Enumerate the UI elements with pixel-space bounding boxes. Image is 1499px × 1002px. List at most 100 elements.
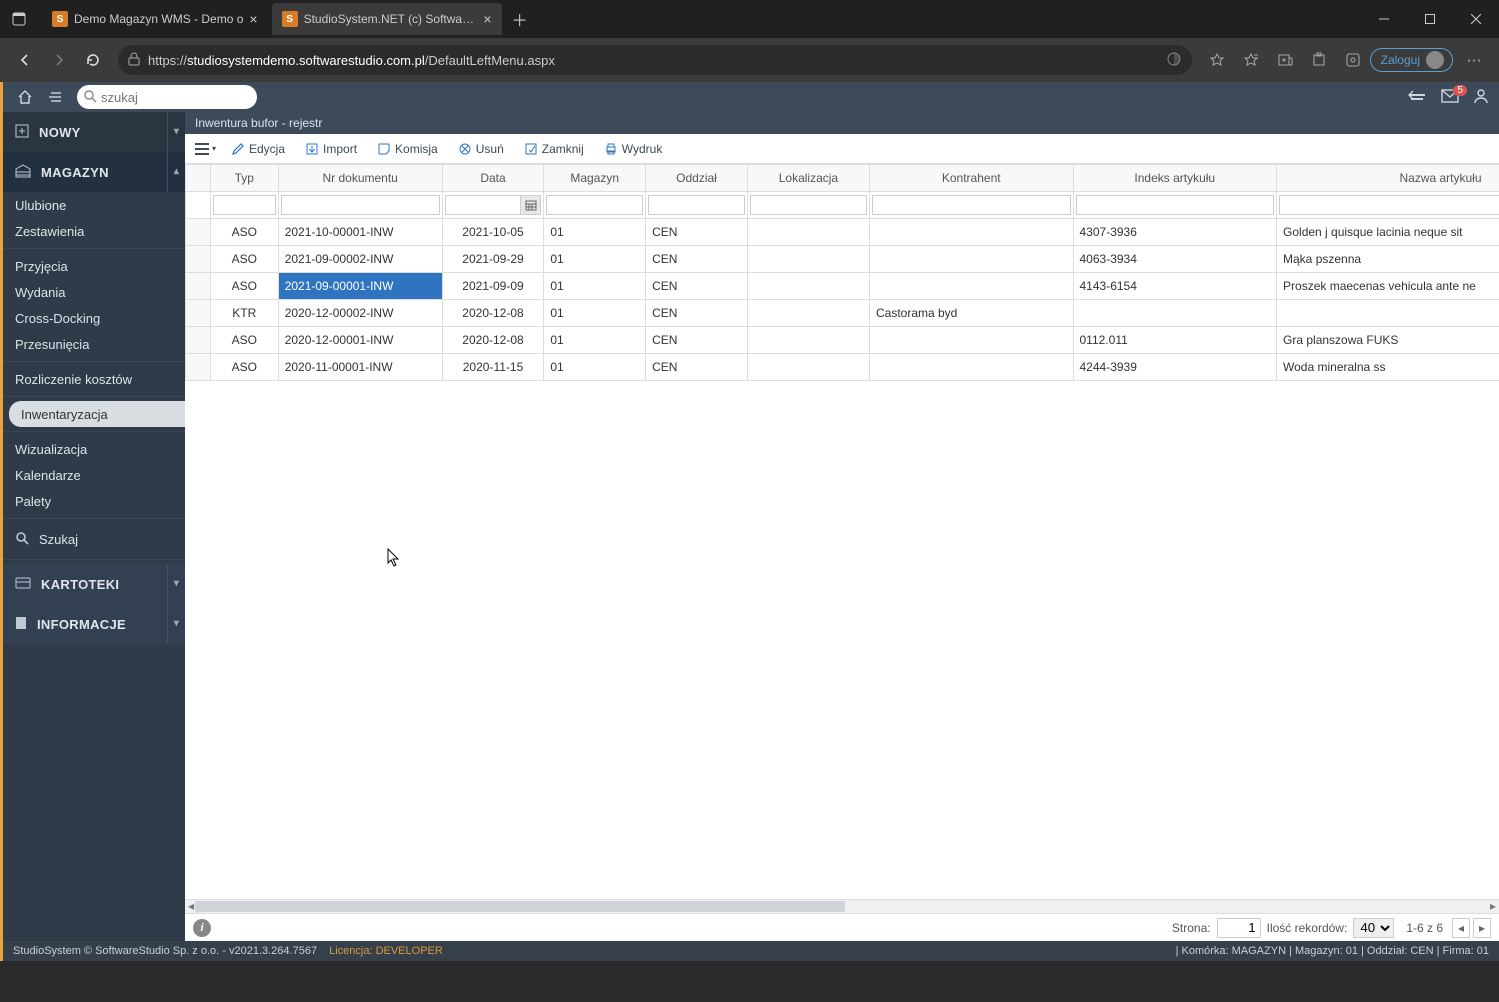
table-row[interactable]: KTR2020-12-00002-INW2020-12-0801CENCasto… <box>186 300 1499 327</box>
chevron-down-icon[interactable]: ▾ <box>167 604 185 644</box>
column-header[interactable]: Data <box>442 165 544 192</box>
horizontal-scrollbar[interactable]: ◂ ▸ <box>185 899 1499 913</box>
column-header[interactable]: Nr dokumentu <box>278 165 442 192</box>
menu-button[interactable]: ⋯ <box>1457 43 1491 77</box>
sidebar-item[interactable]: Przesunięcia <box>3 331 185 357</box>
tray-icon[interactable] <box>1407 89 1427 106</box>
sidebar-label: INFORMACJE <box>37 617 126 632</box>
sidebar-item[interactable]: Wydania <box>3 279 185 305</box>
sidebar-item[interactable]: Rozliczenie kosztów <box>3 366 185 392</box>
favicon-icon: S <box>282 11 298 27</box>
refresh-button[interactable] <box>76 43 110 77</box>
page-input[interactable] <box>1217 918 1261 938</box>
sidebar-item[interactable]: Wizualizacja <box>3 436 185 462</box>
prev-page-button[interactable]: ◂ <box>1452 918 1470 938</box>
collections-button[interactable] <box>1268 43 1302 77</box>
tab-title: Demo Magazyn WMS - Demo o <box>74 12 243 26</box>
mail-button[interactable]: 5 <box>1441 89 1459 106</box>
login-button[interactable]: Zaloguj <box>1370 48 1453 72</box>
import-button[interactable]: Import <box>297 137 365 161</box>
profile-icon[interactable] <box>1473 88 1489 107</box>
sidebar-label: MAGAZYN <box>41 165 109 180</box>
new-tab-button[interactable]: ＋ <box>506 5 534 33</box>
usun-button[interactable]: Usuń <box>450 137 512 161</box>
sidebar-item[interactable]: Zestawienia <box>3 218 185 244</box>
column-header[interactable]: Lokalizacja <box>747 165 869 192</box>
filter-typ[interactable] <box>213 195 276 215</box>
tab-list-button[interactable] <box>0 0 38 38</box>
browser-tab-0[interactable]: S Demo Magazyn WMS - Demo o × <box>42 3 268 35</box>
sidebar-label: KARTOTEKI <box>41 577 119 592</box>
toolbar-menu-button[interactable]: ▾ <box>191 137 219 161</box>
filter-data[interactable] <box>445 195 522 215</box>
sidebar-item[interactable]: Palety <box>3 488 185 514</box>
table-row[interactable]: ASO2020-12-00001-INW2020-12-0801CEN0112.… <box>186 327 1499 354</box>
sidebar-item[interactable]: Inwentaryzacja <box>9 401 185 427</box>
cards-icon <box>15 576 31 592</box>
search-icon <box>15 531 29 548</box>
page-size-select[interactable]: 40 <box>1353 918 1394 938</box>
close-icon[interactable]: × <box>483 11 491 27</box>
browser-tab-1[interactable]: S StudioSystem.NET (c) SoftwareSt × <box>272 3 502 35</box>
column-header[interactable]: Typ <box>210 165 278 192</box>
app-search[interactable] <box>77 85 257 109</box>
home-icon[interactable] <box>13 85 37 109</box>
login-label: Zaloguj <box>1381 53 1420 67</box>
sidebar-informacje[interactable]: INFORMACJE ▾ <box>3 604 185 644</box>
filter-magazyn[interactable] <box>546 195 643 215</box>
filter-lokalizacja[interactable] <box>750 195 867 215</box>
zamknij-button[interactable]: Zamknij <box>516 137 592 161</box>
calendar-icon[interactable] <box>521 195 541 215</box>
next-page-button[interactable]: ▸ <box>1473 918 1491 938</box>
window-minimize-button[interactable] <box>1361 0 1407 38</box>
wydruk-button[interactable]: Wydruk <box>596 137 671 161</box>
sidebar-szukaj[interactable]: Szukaj <box>3 523 185 555</box>
mail-badge: 5 <box>1453 85 1467 96</box>
chevron-down-icon[interactable]: ▾ <box>167 112 185 152</box>
table-row[interactable]: ASO2020-11-00001-INW2020-11-1501CEN4244-… <box>186 354 1499 381</box>
filter-nr[interactable] <box>281 195 440 215</box>
reading-list-button[interactable] <box>1200 43 1234 77</box>
filter-oddzial[interactable] <box>648 195 745 215</box>
sidebar-kartoteki[interactable]: KARTOTEKI ▾ <box>3 564 185 604</box>
column-header[interactable]: Kontrahent <box>869 165 1073 192</box>
sidebar-nowy[interactable]: NOWY ▾ <box>3 112 185 152</box>
lock-icon <box>128 52 140 69</box>
toggle-menu-icon[interactable] <box>43 85 67 109</box>
chevron-up-icon[interactable]: ▴ <box>167 152 185 192</box>
filter-kontrahent[interactable] <box>872 195 1071 215</box>
sidebar-item[interactable]: Ulubione <box>3 192 185 218</box>
window-maximize-button[interactable] <box>1407 0 1453 38</box>
table-row[interactable]: ASO2021-09-00001-INW2021-09-0901CEN4143-… <box>186 273 1499 300</box>
forward-button[interactable] <box>42 43 76 77</box>
sidebar-item[interactable]: Przyjęcia <box>3 253 185 279</box>
sidebar-item[interactable]: Kalendarze <box>3 462 185 488</box>
filter-nazwa[interactable] <box>1279 195 1499 215</box>
sidebar-magazyn[interactable]: MAGAZYN ▴ <box>3 152 185 192</box>
sidebar-item[interactable]: Cross-Docking <box>3 305 185 331</box>
performance-button[interactable] <box>1336 43 1370 77</box>
komisja-button[interactable]: Komisja <box>369 137 446 161</box>
close-icon[interactable]: × <box>249 11 257 27</box>
favorites-button[interactable] <box>1234 43 1268 77</box>
plus-icon <box>15 124 29 141</box>
status-right: | Komórka: MAGAZYN | Magazyn: 01 | Oddzi… <box>1176 945 1489 957</box>
filter-indeks[interactable] <box>1076 195 1275 215</box>
url-bar[interactable]: https://studiosystemdemo.softwarestudio.… <box>118 45 1192 75</box>
back-button[interactable] <box>8 43 42 77</box>
chevron-down-icon[interactable]: ▾ <box>167 564 185 604</box>
edycja-button[interactable]: Edycja <box>223 137 293 161</box>
info-icon[interactable]: i <box>193 919 211 937</box>
search-input[interactable] <box>101 90 241 105</box>
column-header[interactable]: Indeks artykułu <box>1073 165 1277 192</box>
ilosc-label: Ilość rekordów: <box>1267 921 1348 935</box>
extensions-button[interactable] <box>1302 43 1336 77</box>
table-row[interactable]: ASO2021-10-00001-INW2021-10-0501CEN4307-… <box>186 219 1499 246</box>
column-header[interactable]: Nazwa artykułu <box>1277 165 1499 192</box>
search-icon <box>83 89 97 106</box>
tracking-icon[interactable] <box>1166 51 1182 70</box>
column-header[interactable]: Oddział <box>646 165 748 192</box>
table-row[interactable]: ASO2021-09-00002-INW2021-09-2901CEN4063-… <box>186 246 1499 273</box>
window-close-button[interactable] <box>1453 0 1499 38</box>
column-header[interactable]: Magazyn <box>544 165 646 192</box>
